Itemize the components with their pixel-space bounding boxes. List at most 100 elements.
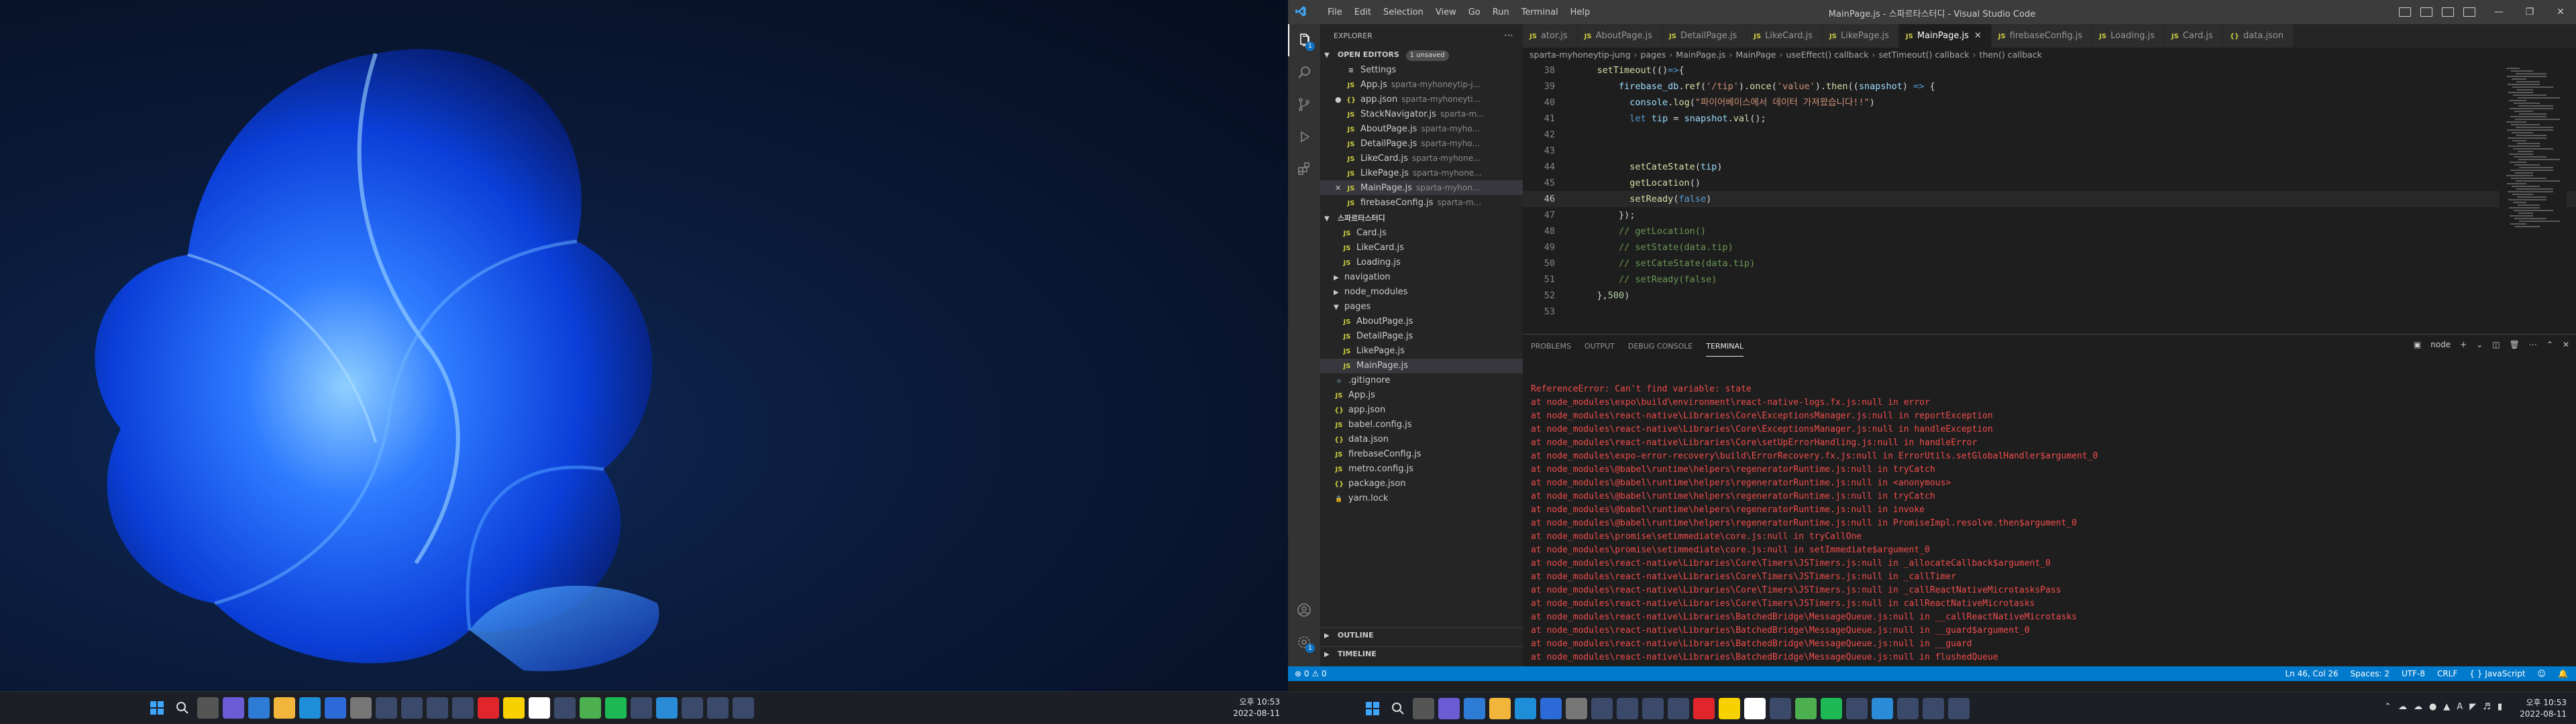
widgets-icon[interactable] — [1464, 698, 1485, 719]
file-item[interactable]: 🔒 yarn.lock — [1320, 491, 1523, 506]
file-item[interactable]: JS MainPage.js — [1320, 359, 1523, 373]
eol-status[interactable]: CRLF — [2437, 666, 2457, 681]
task-view-icon[interactable] — [197, 697, 219, 719]
tray-chevron-icon[interactable]: ⌃ — [2384, 702, 2392, 712]
kakao-icon[interactable] — [1719, 698, 1740, 719]
menu-selection[interactable]: Selection — [1377, 7, 1430, 17]
breadcrumb-item[interactable]: MainPage.js — [1676, 50, 1725, 60]
folder-item[interactable]: ▶ node_modules — [1320, 285, 1523, 300]
app-icon[interactable] — [554, 697, 576, 719]
minimap[interactable] — [2500, 62, 2567, 334]
app-icon[interactable] — [631, 697, 652, 719]
file-item[interactable]: JS AboutPage.js — [1320, 314, 1523, 329]
new-terminal-icon[interactable]: + — [2460, 340, 2467, 349]
file-item[interactable]: JS metro.config.js — [1320, 462, 1523, 477]
tab-likecard-js[interactable]: JS LikeCard.js — [1747, 24, 1823, 48]
app-icon[interactable] — [452, 697, 474, 719]
settings-icon[interactable] — [1566, 698, 1587, 719]
explorer-activity-icon[interactable]: 1 — [1288, 24, 1320, 56]
menu-edit[interactable]: Edit — [1348, 7, 1377, 17]
tab-loading-js[interactable]: JS Loading.js — [2092, 24, 2165, 48]
app-icon[interactable] — [1591, 698, 1613, 719]
folder-item[interactable]: ▶ navigation — [1320, 270, 1523, 285]
workspace-section-header[interactable]: ▼ 스파르타스터디 — [1320, 211, 1523, 226]
notion-icon[interactable] — [1744, 698, 1766, 719]
chat-icon[interactable] — [223, 697, 244, 719]
breadcrumb-item[interactable]: sparta-myhoneytip-jung — [1529, 50, 1631, 60]
encoding-status[interactable]: UTF-8 — [2402, 666, 2425, 681]
windows-start-icon[interactable] — [146, 697, 168, 719]
system-clock[interactable]: 오후 10:53 2022-08-11 — [2520, 697, 2567, 720]
file-item[interactable]: JS DetailPage.js — [1320, 329, 1523, 344]
menu-go[interactable]: Go — [1462, 7, 1487, 17]
search-icon[interactable] — [1387, 698, 1409, 719]
file-item[interactable]: {} app.json — [1320, 403, 1523, 418]
tab-mainpage-js[interactable]: JS MainPage.js ✕ — [1898, 24, 1992, 48]
app-icon[interactable] — [1617, 698, 1638, 719]
store-icon[interactable] — [325, 697, 346, 719]
open-editors-section-header[interactable]: ▼ OPEN EDITORS 1 unsaved — [1320, 48, 1523, 62]
open-editor-item[interactable]: ●{} app.json sparta-myhoneyti... — [1320, 92, 1523, 107]
toggle-primary-sidebar-icon[interactable] — [2399, 7, 2411, 17]
volume-icon[interactable]: ♬ — [2483, 702, 2491, 712]
tab-aboutpage-js[interactable]: JS AboutPage.js — [1577, 24, 1662, 48]
store-icon[interactable] — [1540, 698, 1562, 719]
indentation-status[interactable]: Spaces: 2 — [2351, 666, 2390, 681]
extensions-activity-icon[interactable] — [1288, 153, 1320, 185]
open-editor-item[interactable]: JS StackNavigator.js sparta-m... — [1320, 107, 1523, 121]
youtube-icon[interactable] — [478, 697, 499, 719]
panel-tab-problems[interactable]: PROBLEMS — [1531, 337, 1571, 356]
file-item[interactable]: JS App.js — [1320, 388, 1523, 403]
customize-layout-icon[interactable] — [2463, 7, 2475, 17]
tab-detailpage-js[interactable]: JS DetailPage.js — [1662, 24, 1748, 48]
tray-app-icon[interactable]: ● — [2429, 702, 2436, 712]
app-icon[interactable] — [1897, 698, 1919, 719]
breadcrumb-item[interactable]: pages — [1641, 50, 1666, 60]
app-icon[interactable] — [1846, 698, 1868, 719]
close-panel-icon[interactable]: ✕ — [2563, 340, 2569, 349]
battery-icon[interactable]: ▮ — [2498, 702, 2502, 712]
open-editor-item[interactable]: JS App.js sparta-myhoneytip-j... — [1320, 77, 1523, 92]
panel-tab-terminal[interactable]: TERMINAL — [1706, 337, 1744, 357]
menu-run[interactable]: Run — [1487, 7, 1515, 17]
file-item[interactable]: JS LikePage.js — [1320, 344, 1523, 359]
timeline-section-header[interactable]: ▶ TIMELINE — [1320, 646, 1523, 661]
menu-help[interactable]: Help — [1564, 7, 1597, 17]
close-icon[interactable]: ✕ — [2545, 0, 2576, 24]
file-item[interactable]: JS LikeCard.js — [1320, 241, 1523, 255]
spotify-icon[interactable] — [1821, 698, 1842, 719]
widgets-icon[interactable] — [248, 697, 270, 719]
kakao-icon[interactable] — [503, 697, 525, 719]
chat-icon[interactable] — [1438, 698, 1460, 719]
notifications-bell-icon[interactable]: 🔔 — [2558, 666, 2568, 681]
tray-app-icon[interactable]: ☁ — [2398, 702, 2407, 712]
cursor-position[interactable]: Ln 46, Col 26 — [2286, 666, 2339, 681]
terminal-output[interactable]: ReferenceError: Can't find variable: sta… — [1531, 383, 2563, 664]
settings-icon[interactable] — [350, 697, 372, 719]
search-icon[interactable] — [172, 697, 193, 719]
panel-tab-debug-console[interactable]: DEBUG CONSOLE — [1628, 337, 1693, 356]
run-debug-activity-icon[interactable] — [1288, 121, 1320, 153]
tab-card-js[interactable]: JS Card.js — [2164, 24, 2223, 48]
breadcrumb-item[interactable]: setTimeout() callback — [1878, 50, 1969, 60]
file-item[interactable]: JS babel.config.js — [1320, 418, 1523, 432]
tray-app-icon[interactable]: ▲ — [2443, 702, 2450, 712]
chrome-icon[interactable] — [580, 697, 601, 719]
app-icon[interactable] — [1668, 698, 1689, 719]
terminal-shell-icon[interactable]: ▣ — [2414, 340, 2421, 349]
feedback-icon[interactable]: ☺ — [2538, 666, 2546, 681]
source-control-activity-icon[interactable] — [1288, 88, 1320, 121]
ime-indicator-icon[interactable]: A — [2457, 702, 2463, 712]
tab-data-json[interactable]: {} data.json — [2222, 24, 2294, 48]
maximize-icon[interactable]: ❐ — [2514, 0, 2545, 24]
app-icon[interactable] — [376, 697, 397, 719]
tab-ator-js[interactable]: JS ator.js — [1523, 24, 1578, 48]
split-terminal-icon[interactable]: ◫ — [2492, 340, 2500, 349]
tab-likepage-js[interactable]: JS LikePage.js — [1823, 24, 1899, 48]
close-icon[interactable]: ✕ — [1974, 31, 1982, 41]
notion-icon[interactable] — [529, 697, 550, 719]
tab-firebaseconfig-js[interactable]: JS firebaseConfig.js — [1991, 24, 2093, 48]
minimize-icon[interactable]: — — [2483, 0, 2514, 24]
language-status[interactable]: { } JavaScript — [2469, 666, 2525, 681]
app-icon[interactable] — [733, 697, 754, 719]
